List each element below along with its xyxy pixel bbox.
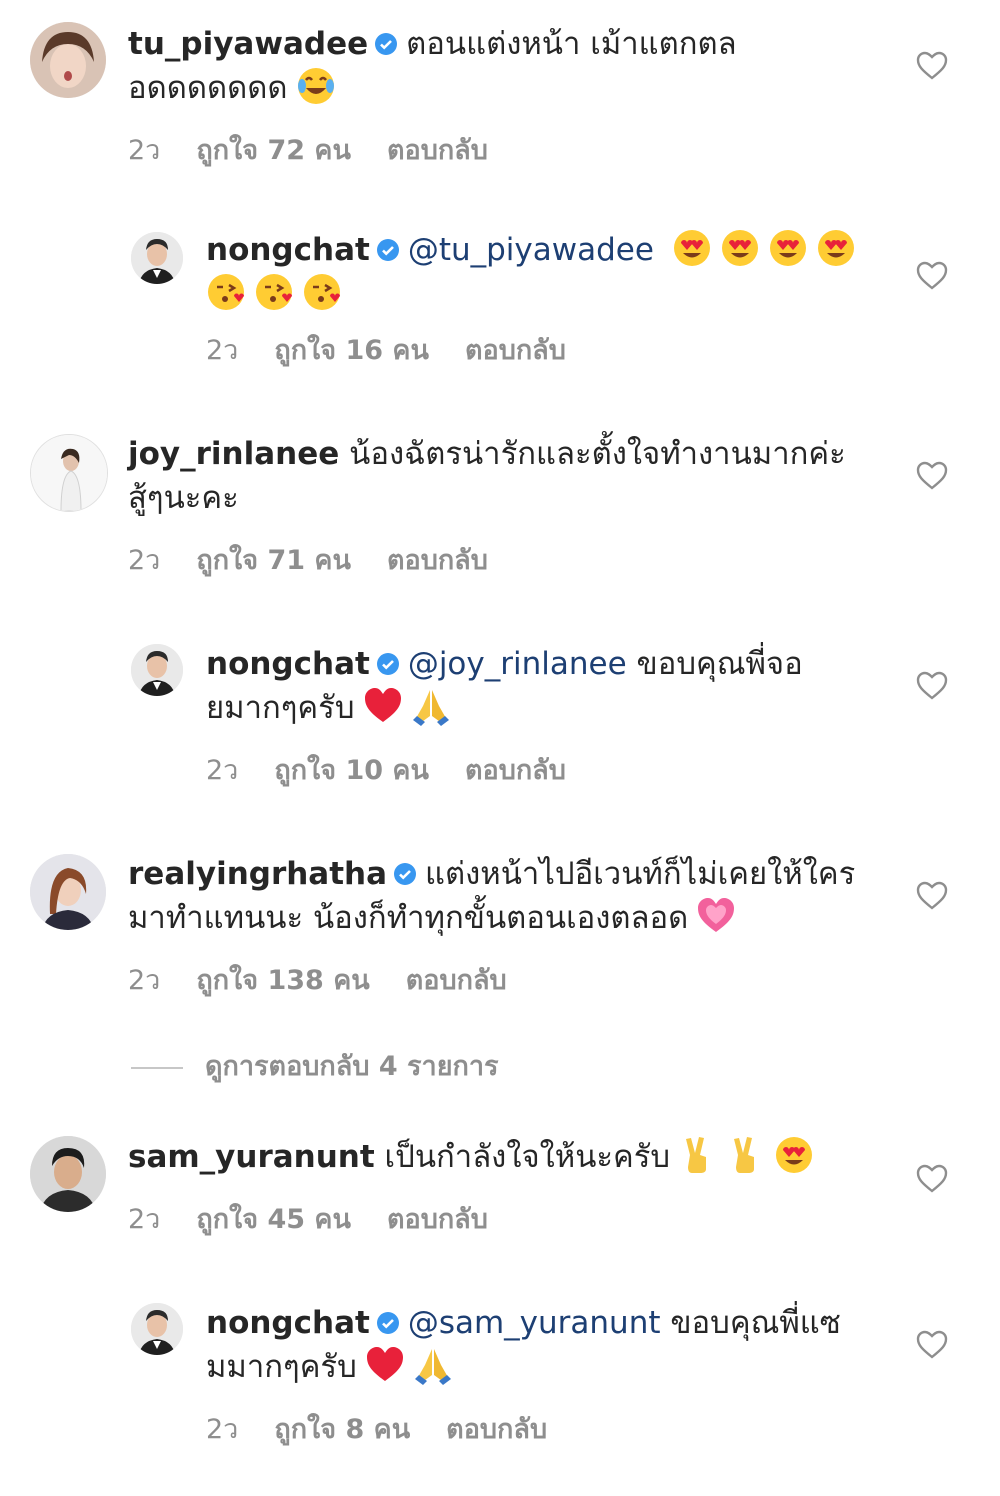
view-replies-label[interactable]: ดูการตอบกลับ 4 รายการ [205,1051,499,1082]
pray-emoji-icon [414,1349,451,1385]
victory-hand-emoji-icon [734,1137,755,1173]
kiss-emoji-icon [256,274,292,310]
reply-button[interactable]: ตอบกลับ [387,135,488,166]
comment-age: 2ว [206,755,239,786]
comment-meta: 2ว ถูกใจ 138 คน ตอบกลับ [128,958,543,1001]
comment-body: tu_piyawadee ตอนแต่งหน้า เม้าแตกตล อดดดดด… [128,22,880,110]
avatar[interactable] [131,1303,183,1355]
verified-icon [376,1312,399,1334]
verified-icon [376,653,399,675]
kiss-emoji-icon [208,274,244,310]
heart-eyes-emoji-icon [817,230,854,266]
reply-button[interactable]: ตอบกลับ [465,755,566,786]
divider-line [131,1066,183,1069]
avatar[interactable] [30,22,106,98]
comment-username[interactable]: tu_piyawadee [128,26,368,62]
comment-body: nongchat @joy_rinlanee ขอบคุณพี่จอยมากๆคร… [206,642,880,730]
like-heart-icon[interactable] [916,671,948,701]
comment-meta: 2ว ถูกใจ 8 คน ตอบกลับ [206,1407,583,1450]
comment-body: joy_rinlanee น้องฉัตรน่ารักและตั้งใจทำงา… [128,432,880,520]
comment-username[interactable]: nongchat [206,1305,370,1341]
avatar[interactable] [30,854,106,930]
verified-icon [394,863,417,885]
pray-emoji-icon [412,690,449,726]
like-count[interactable]: ถูกใจ 8 คน [274,1414,410,1445]
verified-icon [376,239,399,261]
kiss-emoji-icon [304,274,340,310]
pink-heart-emoji-icon [698,898,735,932]
comment-age: 2ว [128,1204,161,1235]
view-replies-button[interactable]: ดูการตอบกลับ 4 รายการ [131,1044,499,1087]
comment-username[interactable]: nongchat [206,232,370,268]
comment-body: realyingrhatha แต่งหน้าไปอีเวนท์ก็ไม่เคยใ… [128,852,880,940]
heart-eyes-emoji-icon [721,230,758,266]
reply-button[interactable]: ตอบกลับ [446,1414,547,1445]
mention-link[interactable]: @tu_piyawadee [408,232,654,268]
comment-text: เป็นกำลังใจให้นะครับ [384,1139,671,1175]
like-count[interactable]: ถูกใจ 138 คน [196,965,369,996]
heart-eyes-emoji-icon [776,1137,813,1173]
comment-username[interactable]: joy_rinlanee [128,436,339,472]
comment-body: nongchat @sam_yuranunt ขอบคุณพี่แซมมากๆคร… [206,1301,880,1389]
like-count[interactable]: ถูกใจ 45 คน [196,1204,351,1235]
comment-meta: 2ว ถูกใจ 45 คน ตอบกลับ [128,1197,524,1240]
like-count[interactable]: ถูกใจ 10 คน [274,755,429,786]
comment-age: 2ว [128,545,161,576]
like-count[interactable]: ถูกใจ 71 คน [196,545,351,576]
heart-eyes-emoji-icon [673,230,710,266]
verified-icon [375,33,398,55]
avatar[interactable] [30,434,108,512]
like-count[interactable]: ถูกใจ 16 คน [274,335,429,366]
like-heart-icon[interactable] [916,261,948,291]
comment-username[interactable]: sam_yuranunt [128,1139,375,1175]
avatar[interactable] [131,644,183,696]
comment-meta: 2ว ถูกใจ 72 คน ตอบกลับ [128,128,524,171]
like-heart-icon[interactable] [916,881,948,911]
comment-age: 2ว [206,335,239,366]
avatar[interactable] [131,232,183,284]
reply-button[interactable]: ตอบกลับ [465,335,566,366]
red-heart-emoji-icon [364,688,401,722]
comment-username[interactable]: nongchat [206,646,370,682]
comment-username[interactable]: realyingrhatha [128,856,387,892]
comment-meta: 2ว ถูกใจ 71 คน ตอบกลับ [128,538,524,581]
red-heart-emoji-icon [366,1347,403,1381]
avatar[interactable] [30,1136,106,1212]
like-count[interactable]: ถูกใจ 72 คน [196,135,351,166]
mention-link[interactable]: @joy_rinlanee [408,646,627,682]
reply-button[interactable]: ตอบกลับ [387,1204,488,1235]
comment-meta: 2ว ถูกใจ 10 คน ตอบกลับ [206,748,602,791]
mention-link[interactable]: @sam_yuranunt [408,1305,661,1341]
like-heart-icon[interactable] [916,1164,948,1194]
reply-button[interactable]: ตอบกลับ [387,545,488,576]
comment-body: nongchat @tu_piyawadee [206,228,880,316]
reply-button[interactable]: ตอบกลับ [406,965,507,996]
comment-body: sam_yuranunt เป็นกำลังใจให้นะครับ [128,1135,880,1179]
victory-hand-emoji-icon [686,1137,707,1173]
comment-meta: 2ว ถูกใจ 16 คน ตอบกลับ [206,328,602,371]
like-heart-icon[interactable] [916,461,948,491]
comment-age: 2ว [128,965,161,996]
heart-eyes-emoji-icon [769,230,806,266]
like-heart-icon[interactable] [916,1330,948,1360]
joy-emoji-icon [297,68,334,104]
comment-age: 2ว [206,1414,239,1445]
comment-age: 2ว [128,135,161,166]
like-heart-icon[interactable] [916,51,948,81]
